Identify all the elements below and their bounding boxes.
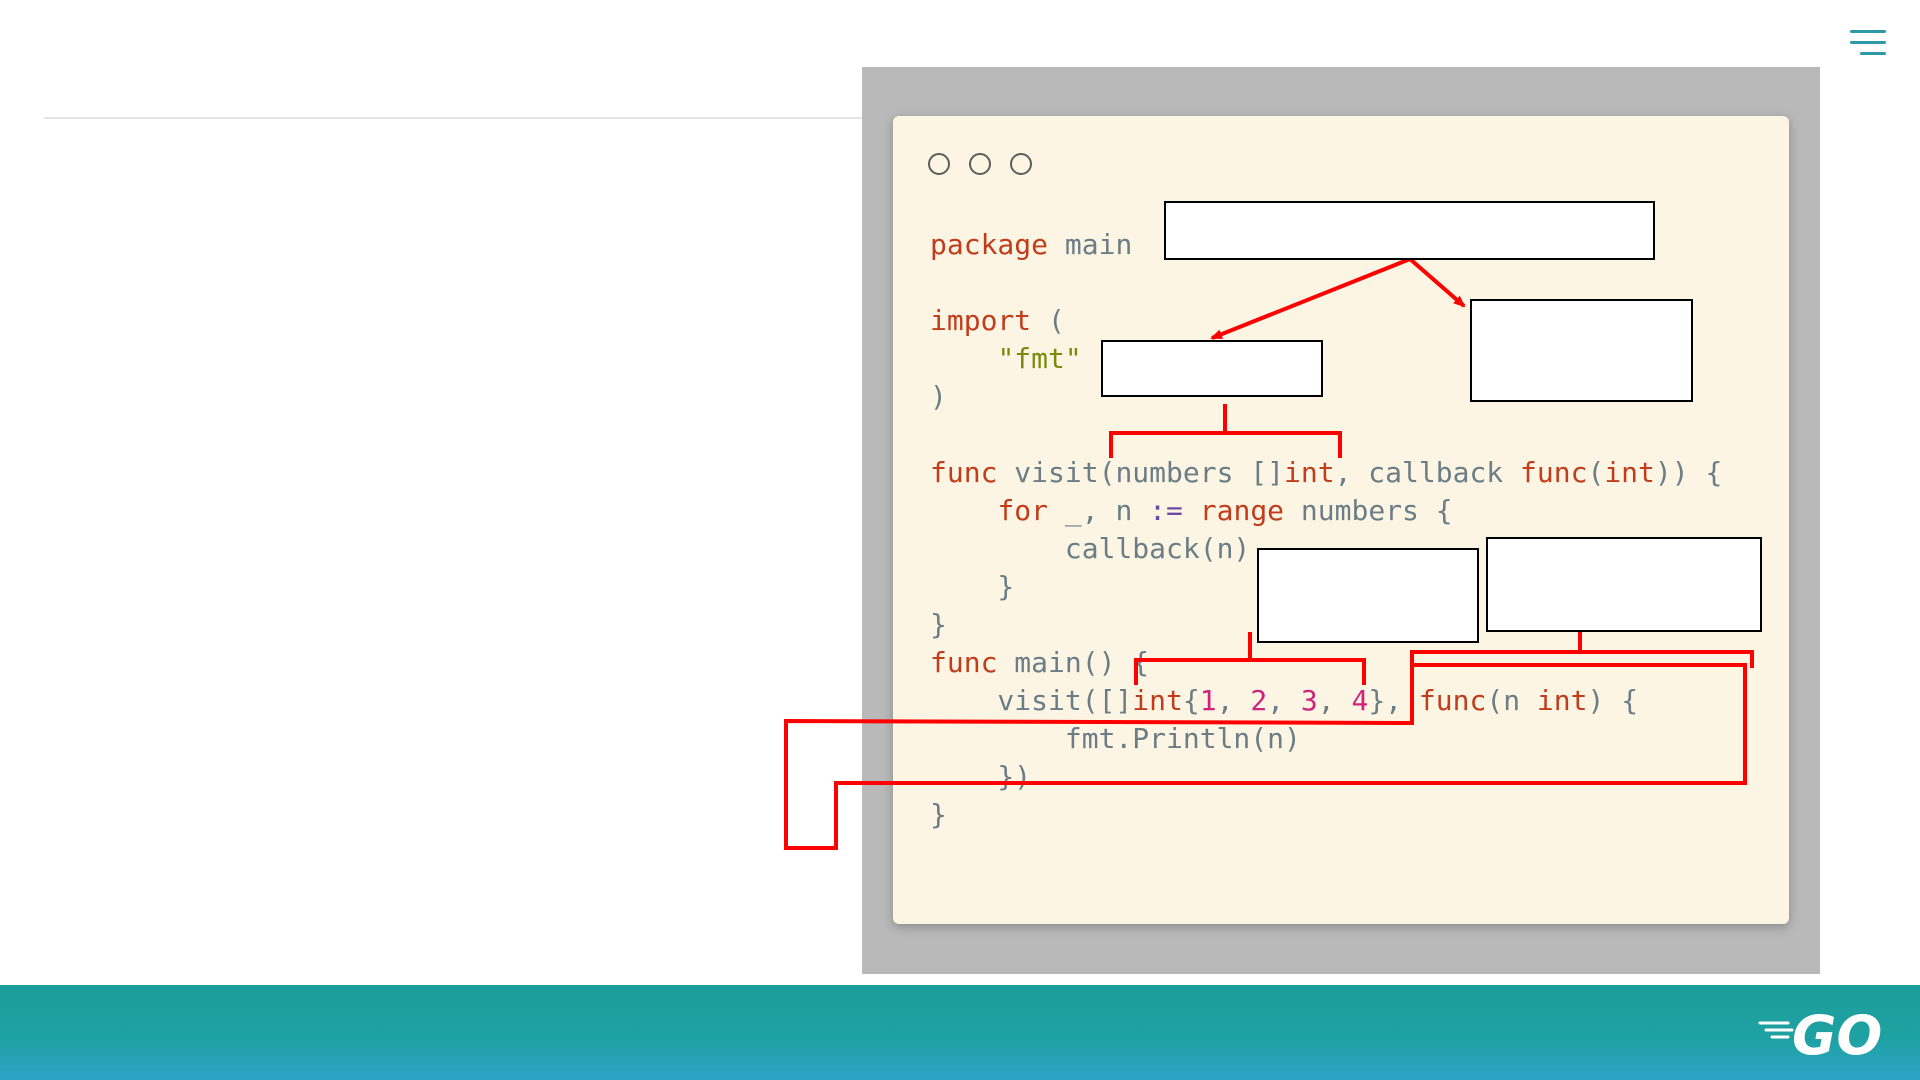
go-logo: GO [1758, 1004, 1882, 1063]
code-line-16: } [930, 798, 947, 831]
code-line-5: ) [930, 380, 947, 413]
code-line-9: callback(n) [930, 532, 1251, 565]
code-line-1: package main [930, 228, 1133, 261]
title-divider [44, 117, 862, 119]
label-box-middle [1257, 548, 1479, 643]
code-line-12: func main() { [930, 646, 1150, 679]
code-line-14: fmt.Println(n) [930, 722, 1301, 755]
code-line-11: } [930, 608, 947, 641]
window-dot-icon [1010, 153, 1032, 175]
label-box-top [1164, 201, 1655, 260]
code-line-7: func visit(numbers []int, callback func(… [930, 456, 1723, 489]
label-box-left [1101, 340, 1323, 397]
code-line-3: import ( [930, 304, 1065, 337]
code-line-13: visit([]int{1, 2, 3, 4}, func(n int) { [930, 684, 1639, 717]
hamburger-menu-icon[interactable] [1846, 30, 1886, 60]
code-line-4: "fmt" [997, 342, 1082, 375]
window-dot-icon [969, 153, 991, 175]
code-line-8: for _, n := range numbers { [997, 494, 1453, 527]
footer-bar [0, 985, 1920, 1080]
label-box-right [1470, 299, 1693, 402]
code-line-15: }) [930, 760, 1032, 793]
svg-text:GO: GO [1792, 1004, 1882, 1063]
code-line-10: } [930, 570, 1015, 603]
window-dot-icon [928, 153, 950, 175]
label-box-far-right [1486, 537, 1762, 632]
